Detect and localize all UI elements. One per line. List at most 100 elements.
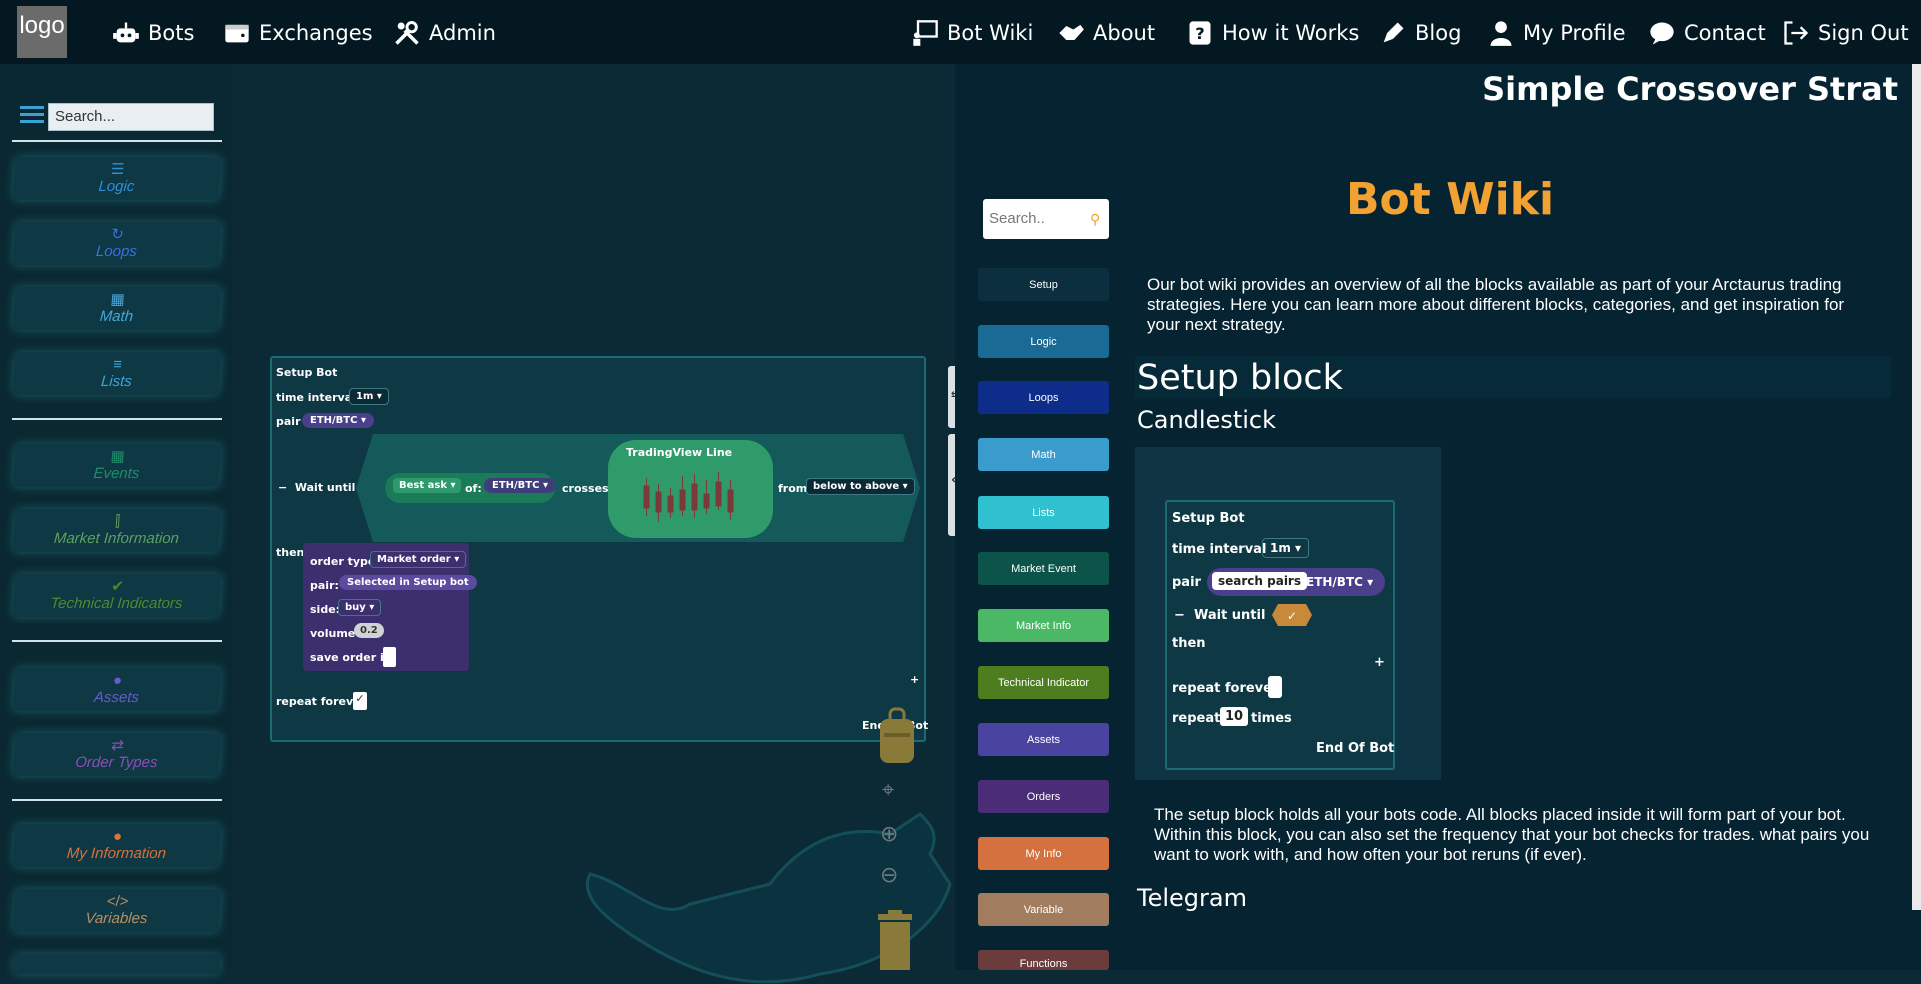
category-label: My Information bbox=[66, 845, 167, 862]
hamburger-menu-icon[interactable] bbox=[20, 104, 44, 124]
from-direction-value: below to above bbox=[813, 481, 900, 492]
list-icon: ≡ bbox=[112, 356, 123, 373]
nav-sign-out[interactable]: Sign Out bbox=[1782, 18, 1909, 48]
nav-bots[interactable]: Bots bbox=[112, 18, 194, 48]
wiki-btn-orders[interactable]: Orders bbox=[978, 780, 1109, 813]
robot-icon bbox=[113, 22, 139, 43]
toolbox-search-input[interactable]: Search... bbox=[48, 103, 214, 131]
trash-icon[interactable] bbox=[874, 910, 916, 970]
chat-bubble-icon bbox=[1650, 22, 1674, 45]
calculator-icon: ▦ bbox=[109, 291, 126, 308]
nav-my-profile[interactable]: My Profile bbox=[1487, 18, 1626, 48]
nav-contact[interactable]: Contact bbox=[1648, 18, 1766, 48]
category-assets[interactable]: ● Assets bbox=[12, 668, 222, 711]
candlestick-chart-icon bbox=[643, 472, 734, 522]
svg-text:✓: ✓ bbox=[1287, 609, 1297, 623]
category-label: Lists bbox=[100, 373, 133, 390]
category-math[interactable]: ▦ Math bbox=[12, 287, 222, 330]
exchange-arrows-icon: ⇄ bbox=[110, 737, 125, 754]
pair-dropdown[interactable]: ETH/BTC ▾ bbox=[302, 413, 374, 428]
demo-plus: + bbox=[1374, 655, 1385, 670]
backpack-icon[interactable] bbox=[876, 705, 918, 765]
order-type-dropdown[interactable]: Market order ▾ bbox=[370, 551, 467, 568]
wait-until-label[interactable]: − Wait until bbox=[278, 481, 355, 494]
candlestick-heading: Candlestick bbox=[1137, 406, 1277, 434]
handshake-icon bbox=[1059, 24, 1084, 40]
time-interval-dropdown[interactable]: 1m ▾ bbox=[349, 388, 389, 405]
category-lists[interactable]: ≡ Lists bbox=[12, 352, 222, 395]
repeat-forever-checkbox[interactable]: ✓ bbox=[353, 692, 367, 710]
setup-bot-title: Setup Bot bbox=[276, 366, 338, 379]
save-order-id-input[interactable] bbox=[383, 647, 396, 667]
then-label: then bbox=[276, 546, 305, 559]
zoom-out-icon[interactable]: ⊖ bbox=[880, 863, 898, 888]
category-market-information[interactable]: ⫿ Market Information bbox=[12, 509, 222, 552]
add-block-button[interactable]: + bbox=[910, 673, 919, 686]
zoom-in-icon[interactable]: ⊕ bbox=[880, 822, 898, 847]
category-label: Logic bbox=[97, 178, 135, 195]
wiki-btn-logic[interactable]: Logic bbox=[978, 325, 1109, 358]
recenter-icon[interactable]: ⌖ bbox=[882, 778, 894, 803]
category-events[interactable]: ▦ Events bbox=[12, 444, 222, 487]
telegram-heading: Telegram bbox=[1137, 884, 1247, 912]
category-logic[interactable]: ☰ Logic bbox=[12, 157, 222, 200]
nav-bot-wiki[interactable]: Bot Wiki bbox=[911, 18, 1033, 48]
demo-check-hex-icon: ✓ bbox=[1272, 604, 1312, 626]
nav-label: About bbox=[1093, 21, 1156, 45]
best-ask-dropdown[interactable]: Best ask ▾ bbox=[393, 478, 462, 493]
category-technical-indicators[interactable]: ✔ Technical Indicators bbox=[12, 574, 222, 617]
of-pair-dropdown[interactable]: ETH/BTC ▾ bbox=[484, 478, 556, 493]
nav-admin[interactable]: Admin bbox=[393, 18, 496, 48]
scrollbar[interactable] bbox=[1912, 64, 1921, 910]
category-variables[interactable]: </> Variables bbox=[12, 889, 222, 932]
volume-input[interactable]: 0.2 bbox=[354, 623, 384, 638]
demo-times-label: times bbox=[1251, 711, 1292, 726]
wiki-title: Bot Wiki bbox=[1346, 174, 1555, 225]
order-pair-field[interactable]: Selected in Setup bot bbox=[339, 575, 477, 590]
side-dropdown[interactable]: buy ▾ bbox=[338, 599, 382, 616]
wiki-btn-lists[interactable]: Lists bbox=[978, 496, 1109, 529]
nav-how-it-works[interactable]: ? How it Works bbox=[1186, 18, 1359, 48]
from-direction-dropdown[interactable]: below to above ▾ bbox=[806, 478, 915, 495]
logo[interactable]: logo bbox=[17, 6, 67, 58]
nav-label: Exchanges bbox=[259, 21, 373, 45]
nav-about[interactable]: About bbox=[1057, 18, 1155, 48]
time-interval-label: time interval bbox=[276, 391, 356, 404]
demo-search-pairs: search pairs bbox=[1212, 572, 1307, 590]
category-label: Assets bbox=[93, 689, 140, 706]
of-pair-value: ETH/BTC bbox=[492, 480, 540, 491]
wiki-btn-variable[interactable]: Variable bbox=[978, 893, 1109, 926]
nav-label: My Profile bbox=[1523, 21, 1626, 45]
time-interval-value: 1m bbox=[356, 391, 374, 402]
pair-label: pair bbox=[276, 415, 301, 428]
category-label: Market Information bbox=[53, 530, 180, 547]
user-icon bbox=[1490, 21, 1512, 46]
category-my-information[interactable]: ● My Information bbox=[12, 824, 222, 867]
category-order-types[interactable]: ⇄ Order Types bbox=[12, 733, 222, 776]
demo-time-interval-value: 1m bbox=[1270, 541, 1291, 555]
setup-block-description: The setup block holds all your bots code… bbox=[1154, 805, 1870, 864]
nav-label: Contact bbox=[1684, 21, 1766, 45]
wiki-btn-setup[interactable]: Setup bbox=[978, 268, 1109, 301]
wait-until-text: Wait until bbox=[294, 481, 356, 494]
search-icon[interactable]: ⚲ bbox=[1090, 212, 1100, 228]
wiki-btn-math[interactable]: Math bbox=[978, 438, 1109, 471]
from-label: from bbox=[778, 482, 808, 495]
wiki-btn-my-info[interactable]: My Info bbox=[978, 837, 1109, 870]
wiki-btn-loops[interactable]: Loops bbox=[978, 381, 1109, 414]
wiki-btn-technical-indicator[interactable]: Technical Indicator bbox=[978, 666, 1109, 699]
wiki-btn-functions[interactable]: Functions bbox=[978, 950, 1109, 970]
wiki-btn-assets[interactable]: Assets bbox=[978, 723, 1109, 756]
wiki-btn-market-event[interactable]: Market Event bbox=[978, 552, 1109, 585]
volume-label: volume bbox=[310, 627, 356, 640]
toolbox: Search... ☰ Logic ↻ Loops ▦ Math ≡ Lists ▦ Ev… bbox=[0, 64, 232, 974]
wiki-btn-market-info[interactable]: Market Info bbox=[978, 609, 1109, 642]
category-loops[interactable]: ↻ Loops bbox=[12, 222, 222, 265]
tradingview-line-title: TradingView Line bbox=[626, 446, 733, 459]
demo-repeat-label: repeat bbox=[1172, 711, 1221, 726]
nav-blog[interactable]: Blog bbox=[1379, 18, 1461, 48]
category-partial[interactable] bbox=[13, 954, 221, 974]
nav-exchanges[interactable]: Exchanges bbox=[223, 18, 373, 48]
sign-out-icon bbox=[1784, 21, 1809, 45]
nav-label: Bots bbox=[148, 21, 195, 45]
